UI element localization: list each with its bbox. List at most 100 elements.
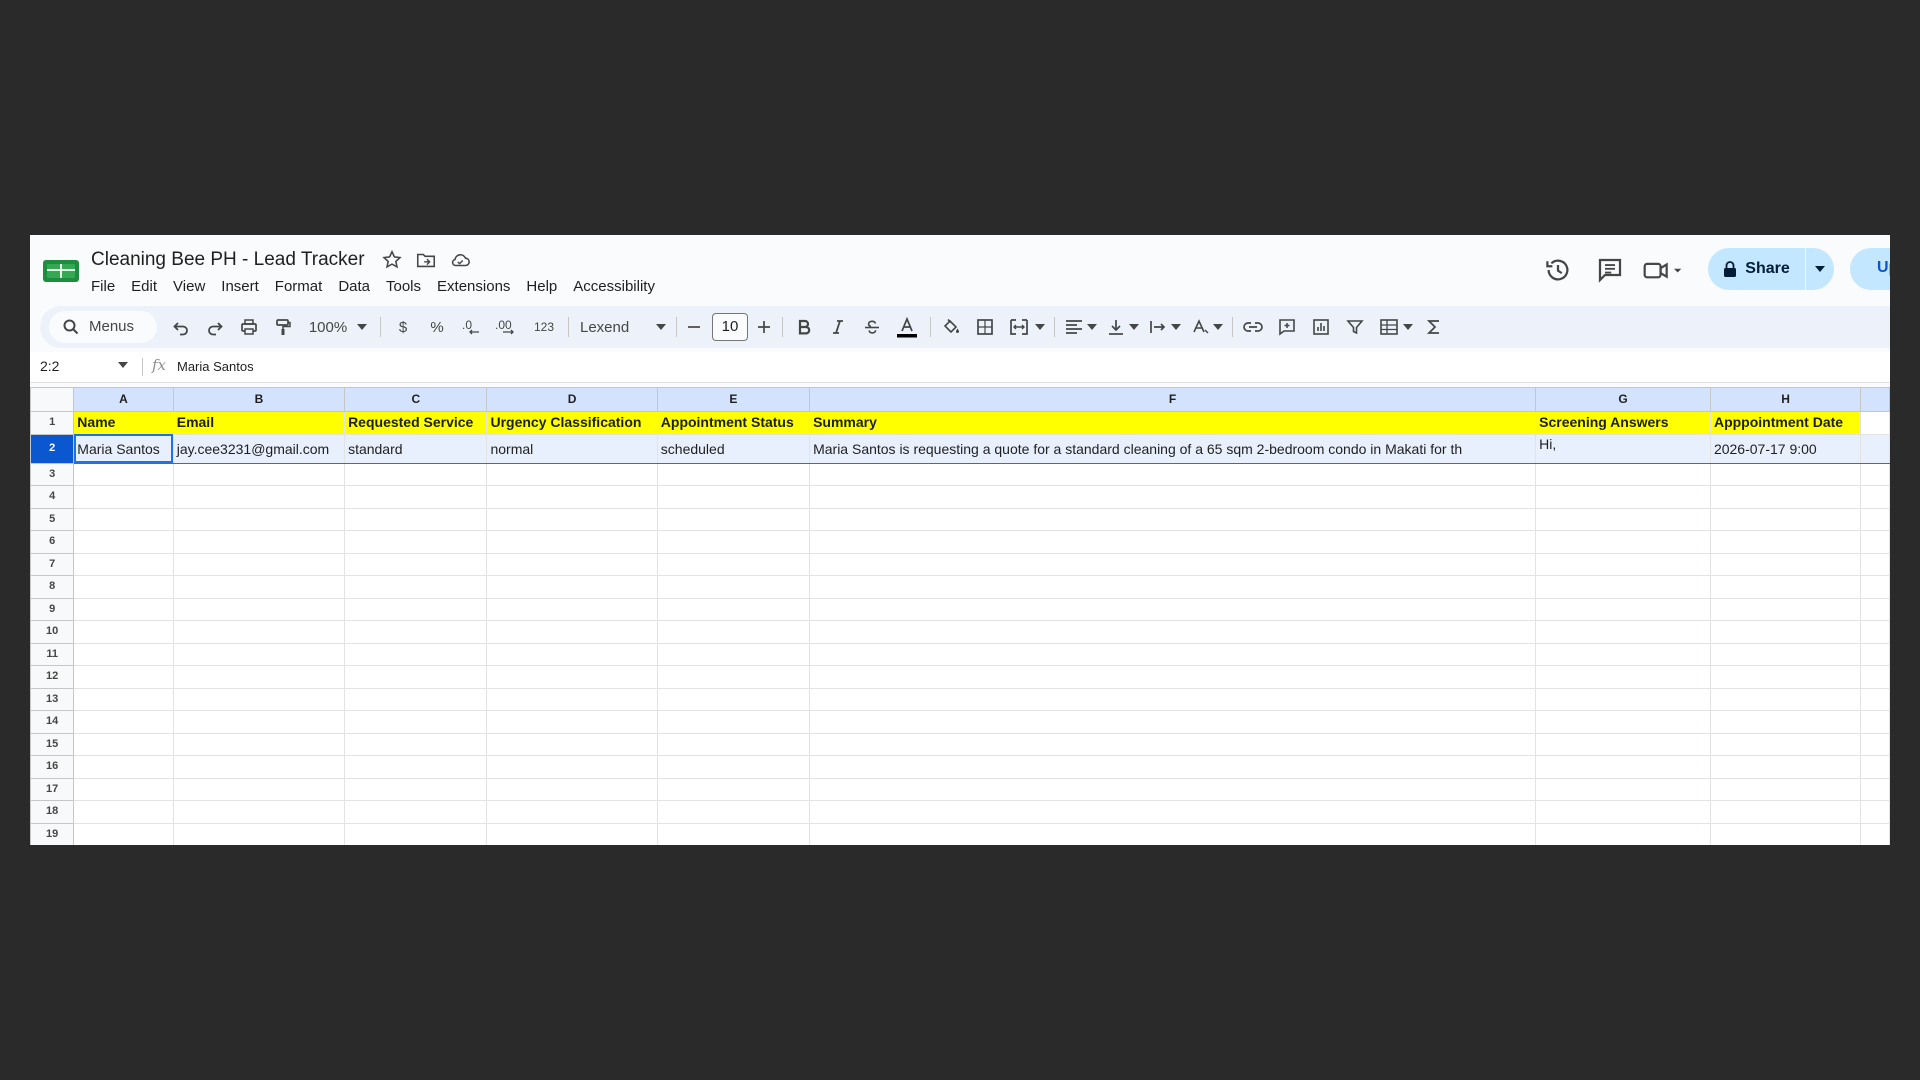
font-family-dropdown[interactable] (654, 315, 668, 339)
table-cell[interactable] (1709, 552, 1862, 576)
table-cell[interactable] (656, 597, 811, 621)
currency-format-button[interactable]: $ (392, 315, 414, 339)
table-cell[interactable] (1709, 755, 1862, 779)
table-cell[interactable] (809, 620, 1537, 644)
comments-icon[interactable] (1595, 255, 1625, 285)
table-cell[interactable] (656, 620, 811, 644)
table-cell[interactable] (1535, 620, 1711, 644)
header-cell-summary[interactable]: Summary (809, 411, 1537, 435)
table-button[interactable] (1376, 315, 1402, 339)
menu-help[interactable]: Help (518, 276, 565, 298)
table-cell[interactable] (656, 732, 811, 756)
table-cell[interactable] (656, 800, 811, 824)
italic-button[interactable] (826, 315, 850, 339)
table-cell[interactable] (1860, 800, 1890, 824)
table-cell[interactable] (1860, 822, 1890, 845)
row-header-1[interactable]: 1 (30, 411, 75, 435)
table-cell[interactable] (1535, 800, 1711, 824)
column-header-h[interactable]: H (1709, 387, 1862, 412)
borders-button[interactable] (972, 315, 998, 339)
vertical-align-dropdown[interactable] (1128, 315, 1140, 339)
header-cell-screening-answers[interactable]: Screening Answers (1535, 411, 1711, 435)
strikethrough-button[interactable] (860, 315, 884, 339)
row-header-18[interactable]: 18 (30, 800, 75, 824)
table-cell[interactable] (1535, 642, 1711, 666)
row-header-15[interactable]: 15 (30, 732, 75, 756)
table-cell[interactable] (1709, 507, 1862, 531)
table-cell[interactable] (1709, 530, 1862, 554)
table-cell[interactable] (809, 485, 1537, 509)
cell-appointment-date[interactable]: 2026-07-17 9:00 (1709, 433, 1862, 464)
table-cell[interactable] (486, 620, 658, 644)
table-cell[interactable] (73, 642, 174, 666)
table-cell[interactable] (73, 710, 174, 734)
functions-button[interactable] (1422, 315, 1446, 339)
table-cell[interactable] (1860, 552, 1890, 576)
table-cell[interactable] (656, 575, 811, 599)
row-header-14[interactable]: 14 (30, 710, 75, 734)
table-cell[interactable] (344, 687, 488, 711)
cell-appointment-status[interactable]: scheduled (656, 433, 811, 464)
table-cell[interactable] (1860, 777, 1890, 801)
table-cell[interactable] (172, 507, 346, 531)
decrease-font-size-button[interactable] (684, 315, 704, 339)
table-cell[interactable] (1860, 755, 1890, 779)
table-cell[interactable] (344, 462, 488, 486)
more-formats-button[interactable]: 123 (530, 315, 558, 339)
column-header-e[interactable]: E (656, 387, 811, 412)
table-cell[interactable] (344, 507, 488, 531)
row-header-9[interactable]: 9 (30, 597, 75, 621)
table-cell[interactable] (486, 665, 658, 689)
table-cell[interactable] (73, 530, 174, 554)
menu-file[interactable]: File (91, 276, 123, 298)
formula-input[interactable]: Maria Santos (177, 359, 254, 374)
table-cell[interactable] (1535, 687, 1711, 711)
row-header-4[interactable]: 4 (30, 485, 75, 509)
table-cell[interactable] (656, 485, 811, 509)
menu-extensions[interactable]: Extensions (429, 276, 518, 298)
table-cell[interactable] (1860, 433, 1890, 464)
menu-format[interactable]: Format (267, 276, 331, 298)
table-cell[interactable] (1860, 530, 1890, 554)
table-cell[interactable] (172, 642, 346, 666)
table-cell[interactable] (1535, 552, 1711, 576)
table-cell[interactable] (1535, 710, 1711, 734)
table-cell[interactable] (1860, 732, 1890, 756)
table-cell[interactable] (486, 777, 658, 801)
menu-view[interactable]: View (165, 276, 213, 298)
row-header-16[interactable]: 16 (30, 755, 75, 779)
header-cell-appointment-date[interactable]: Apppointment Date (1709, 411, 1862, 435)
cell-screening-answers[interactable]: Hi, (1535, 433, 1711, 464)
cell-email[interactable]: jay.cee3231@gmail.com (172, 433, 346, 464)
table-cell[interactable] (172, 530, 346, 554)
move-folder-icon[interactable] (415, 249, 437, 271)
table-cell[interactable] (1535, 665, 1711, 689)
column-header-a[interactable]: A (73, 387, 174, 412)
table-cell[interactable] (172, 687, 346, 711)
cell-requested-service[interactable]: standard (344, 433, 488, 464)
table-cell[interactable] (1709, 777, 1862, 801)
table-cell[interactable] (172, 620, 346, 644)
table-cell[interactable] (73, 777, 174, 801)
table-cell[interactable] (172, 462, 346, 486)
table-cell[interactable] (656, 687, 811, 711)
table-cell[interactable] (344, 485, 488, 509)
table-cell[interactable] (809, 687, 1537, 711)
table-cell[interactable] (486, 642, 658, 666)
bold-button[interactable] (792, 315, 816, 339)
table-cell[interactable] (1709, 665, 1862, 689)
header-cell-email[interactable]: Email (172, 411, 346, 435)
cell-summary[interactable]: Maria Santos is requesting a quote for a… (809, 433, 1537, 464)
table-cell[interactable] (73, 620, 174, 644)
table-cell[interactable] (172, 755, 346, 779)
table-cell[interactable] (1709, 642, 1862, 666)
percent-format-button[interactable]: % (426, 315, 448, 339)
font-family-select[interactable]: Lexend (576, 315, 640, 339)
column-header-f[interactable]: F (809, 387, 1537, 412)
table-cell[interactable] (1860, 485, 1890, 509)
table-cell[interactable] (486, 732, 658, 756)
table-cell[interactable] (1535, 822, 1711, 845)
increase-decimal-button[interactable]: .00 (494, 315, 520, 339)
table-cell[interactable] (656, 507, 811, 531)
table-cell[interactable] (73, 755, 174, 779)
